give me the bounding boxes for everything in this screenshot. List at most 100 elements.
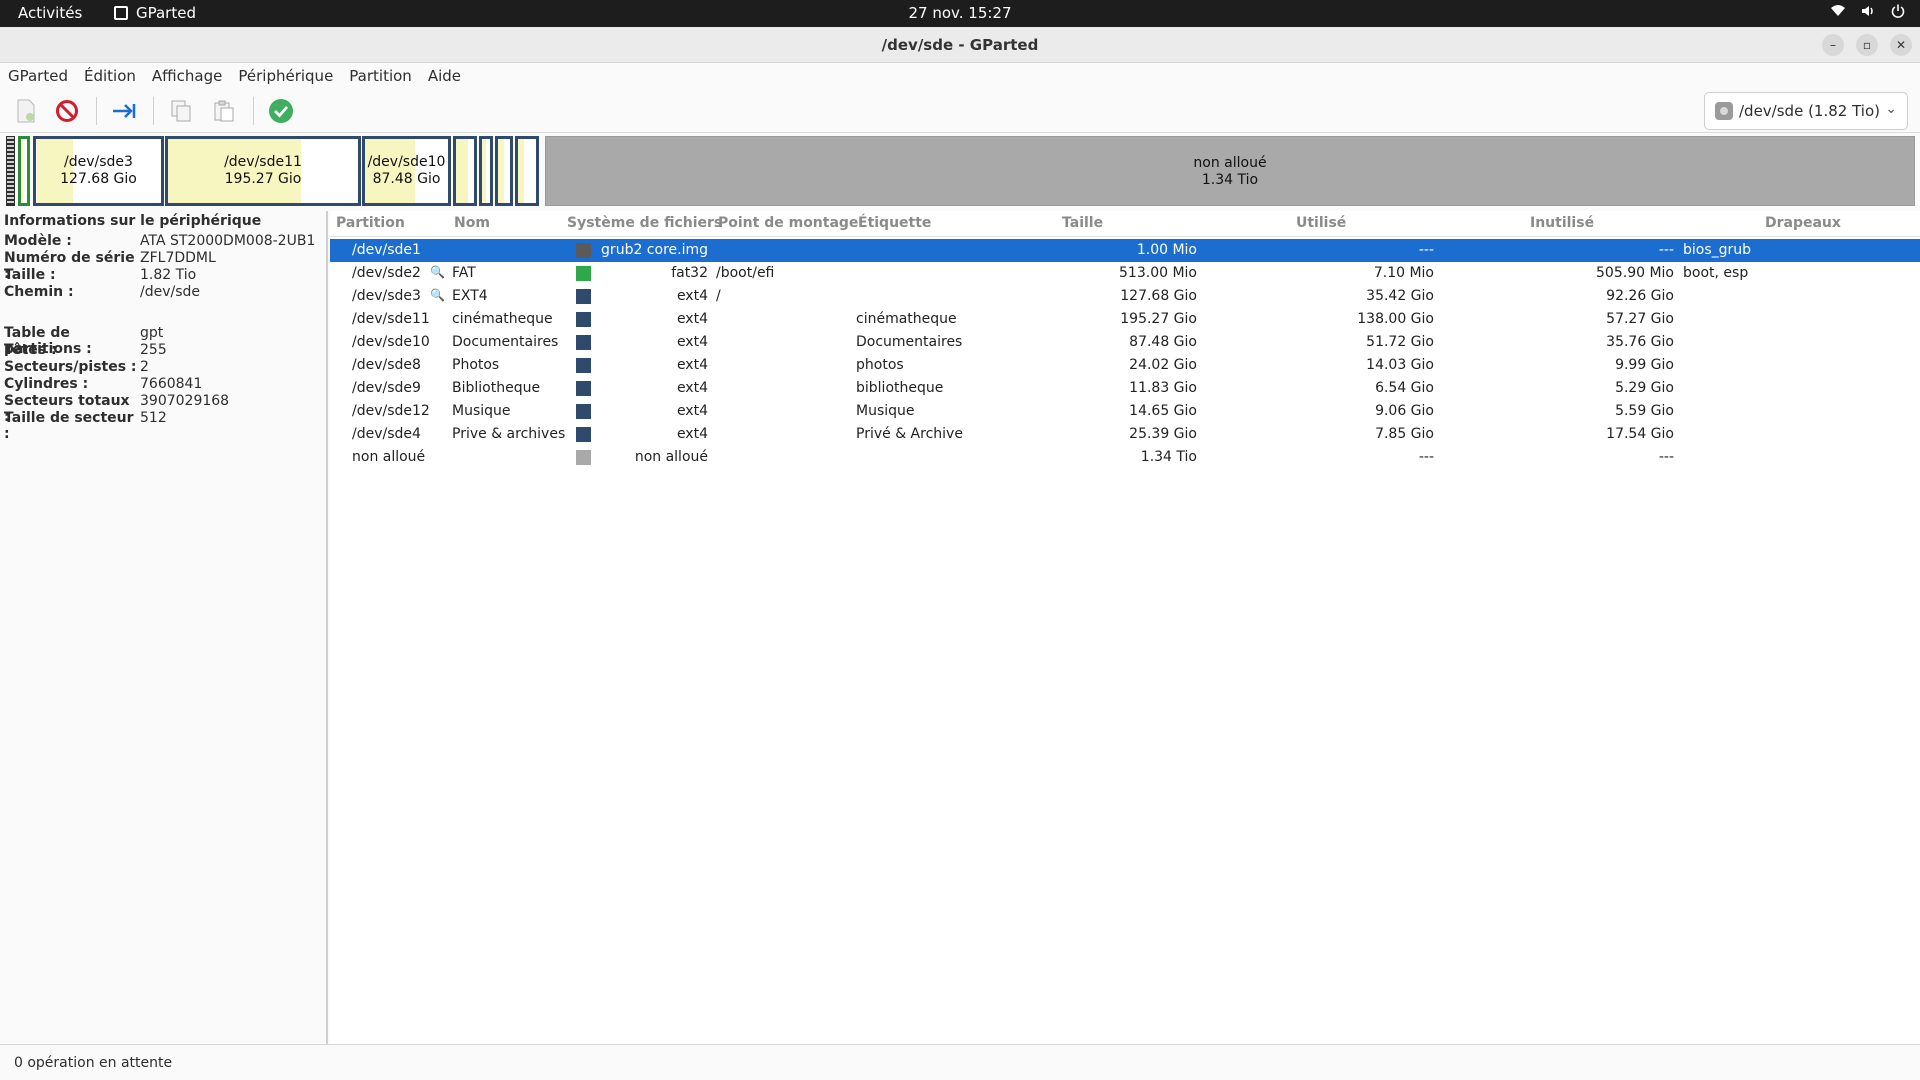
filesystem-color-swatch	[576, 243, 591, 258]
device-selector-label: /dev/sde (1.82 Tio)	[1739, 102, 1880, 120]
table-row[interactable]: /dev/sde2 FAT/boot/efi boot, esp fat32 513.0…	[330, 262, 1920, 285]
table-row[interactable]: /dev/sde4 Prive & archives Privé & Archive…	[330, 423, 1920, 446]
menu-partition[interactable]: Partition	[349, 67, 420, 85]
cell-name: cinématheque	[452, 311, 553, 327]
menu-peripherique[interactable]: Périphérique	[238, 67, 341, 85]
col-header-drapeaux[interactable]: Drapeaux	[1765, 215, 1841, 231]
device-info-label: Têtes :	[4, 342, 57, 358]
cell-partition: /dev/sde2	[352, 265, 421, 281]
clock[interactable]: 27 nov. 15:27	[0, 4, 1920, 22]
table-row[interactable]: /dev/sde10 Documentaires Documentaires ext4…	[330, 331, 1920, 354]
maximize-button[interactable]: ▫	[1856, 34, 1878, 56]
device-info-label: Chemin :	[4, 284, 74, 300]
col-header-montage[interactable]: Point de montage	[718, 215, 858, 231]
cell-partition: non alloué	[352, 449, 426, 465]
filesystem-color-swatch	[576, 404, 591, 419]
cell-unused: 505.90 Mio	[1596, 265, 1674, 281]
disk-icon	[1715, 102, 1733, 120]
cell-partition: /dev/sde9	[352, 380, 421, 396]
mounted-key-icon: 🔍	[430, 265, 445, 279]
cell-used: 138.00 Gio	[1357, 311, 1434, 327]
segment-size: 1.34 Tio	[1201, 172, 1259, 188]
col-header-etiquette[interactable]: Étiquette	[858, 215, 931, 231]
col-header-systeme[interactable]: Système de fichiers	[567, 215, 722, 231]
col-header-taille[interactable]: Taille	[1062, 215, 1103, 231]
resize-move-button[interactable]	[110, 97, 138, 125]
device-info-row: Cylindres : 7660841	[4, 376, 202, 392]
segment-size: 195.27 Gio	[224, 171, 302, 187]
col-header-utilise[interactable]: Utilisé	[1296, 215, 1346, 231]
cell-name: Photos	[452, 357, 500, 373]
partition-table[interactable]: Partition Nom Système de fichiers Point …	[330, 211, 1920, 1044]
device-info-row: Taille : 1.82 Tio	[4, 267, 196, 283]
cell-unused: 5.29 Gio	[1615, 380, 1674, 396]
cell-used: 35.42 Gio	[1366, 288, 1434, 304]
diskmap-segment-sde4[interactable]	[515, 136, 539, 206]
table-row[interactable]: /dev/sde9 Bibliotheque bibliotheque ext4 11.…	[330, 377, 1920, 400]
segment-name: /dev/sde3	[64, 154, 133, 170]
toolbar-separator	[153, 97, 154, 125]
cell-label: bibliotheque	[856, 380, 944, 396]
menu-gparted[interactable]: GParted	[8, 67, 76, 85]
device-selector[interactable]: /dev/sde (1.82 Tio) ⌄	[1704, 92, 1908, 130]
cell-label: Privé & Archive	[856, 426, 963, 442]
diskmap-segment-sde8[interactable]	[453, 136, 477, 206]
new-partition-button[interactable]	[12, 97, 40, 125]
cell-size: 25.39 Gio	[1129, 426, 1197, 442]
cell-size: 513.00 Mio	[1119, 265, 1197, 281]
filesystem-color-swatch	[576, 450, 591, 465]
cell-label: Documentaires	[856, 334, 963, 350]
device-info-value: 255	[140, 342, 167, 358]
col-header-partition[interactable]: Partition	[336, 215, 405, 231]
window-title-bar[interactable]: /dev/sde - GParted – ▫ ✕	[0, 27, 1920, 63]
menu-edition[interactable]: Édition	[84, 67, 144, 85]
diskmap-segment-fat[interactable]	[18, 136, 30, 206]
cell-name: EXT4	[452, 288, 488, 304]
col-header-inutilise[interactable]: Inutilisé	[1530, 215, 1594, 231]
table-row[interactable]: non alloué non alloué 1.34 Tio --- ---	[330, 446, 1920, 469]
diskmap-segment-sde11[interactable]: /dev/sde11 195.27 Gio	[165, 136, 361, 206]
system-tray[interactable]	[1830, 3, 1906, 19]
table-row[interactable]: /dev/sde1 bios_grub grub2 core.img 1.00 Mio…	[330, 239, 1920, 262]
minimize-button[interactable]: –	[1822, 34, 1844, 56]
cell-partition: /dev/sde12	[352, 403, 430, 419]
status-bar: 0 opération en attente	[0, 1044, 1920, 1080]
diskmap-segment-sde9[interactable]	[479, 136, 493, 206]
cell-flags: bios_grub	[1683, 242, 1752, 258]
cell-filesystem: non alloué	[634, 449, 708, 465]
diskmap-segment-sde3[interactable]: /dev/sde3 127.68 Gio	[33, 136, 164, 206]
table-row[interactable]: /dev/sde11 cinématheque cinématheque ext4 19…	[330, 308, 1920, 331]
paste-button[interactable]	[210, 97, 238, 125]
cell-name: FAT	[452, 265, 476, 281]
mounted-key-icon: 🔍	[430, 288, 445, 302]
table-row[interactable]: /dev/sde3 EXT4 / ext4 127.68 Gio 35.42 Gio 92.…	[330, 285, 1920, 308]
diskmap-segment-grub[interactable]	[6, 136, 15, 206]
diskmap-segment-sde12[interactable]	[495, 136, 513, 206]
cell-size: 11.83 Gio	[1129, 380, 1197, 396]
diskmap-segment-unallocated[interactable]: non alloué 1.34 Tio	[545, 136, 1915, 206]
menu-affichage[interactable]: Affichage	[152, 67, 230, 85]
diskmap-segment-sde10[interactable]: /dev/sde10 87.48 Gio	[362, 136, 451, 206]
cell-filesystem: ext4	[676, 403, 708, 419]
segment-size: 127.68 Gio	[60, 171, 137, 187]
chevron-down-icon: ⌄	[1885, 101, 1897, 117]
cell-name: Musique	[452, 403, 511, 419]
segment-name: non alloué	[1193, 155, 1267, 171]
copy-button[interactable]	[167, 97, 195, 125]
cell-filesystem: ext4	[676, 288, 708, 304]
cell-unused: 35.76 Gio	[1606, 334, 1674, 350]
table-row[interactable]: /dev/sde8 Photos photos ext4 24.02 Gio 14.03 …	[330, 354, 1920, 377]
close-button[interactable]: ✕	[1890, 34, 1912, 56]
cell-filesystem: ext4	[676, 380, 708, 396]
cell-unused: 5.59 Gio	[1615, 403, 1674, 419]
table-row[interactable]: /dev/sde12 Musique Musique ext4 14.65 Gio 9.0…	[330, 400, 1920, 423]
apply-button[interactable]	[267, 97, 295, 125]
segment-name: /dev/sde10	[367, 154, 446, 170]
toolbar: /dev/sde (1.82 Tio) ⌄	[0, 89, 1920, 133]
col-header-nom[interactable]: Nom	[454, 215, 490, 231]
filesystem-color-swatch	[576, 289, 591, 304]
delete-button[interactable]	[53, 97, 81, 125]
cell-size: 87.48 Gio	[1129, 334, 1197, 350]
menu-aide[interactable]: Aide	[428, 67, 469, 85]
resize-move-icon	[113, 104, 136, 118]
